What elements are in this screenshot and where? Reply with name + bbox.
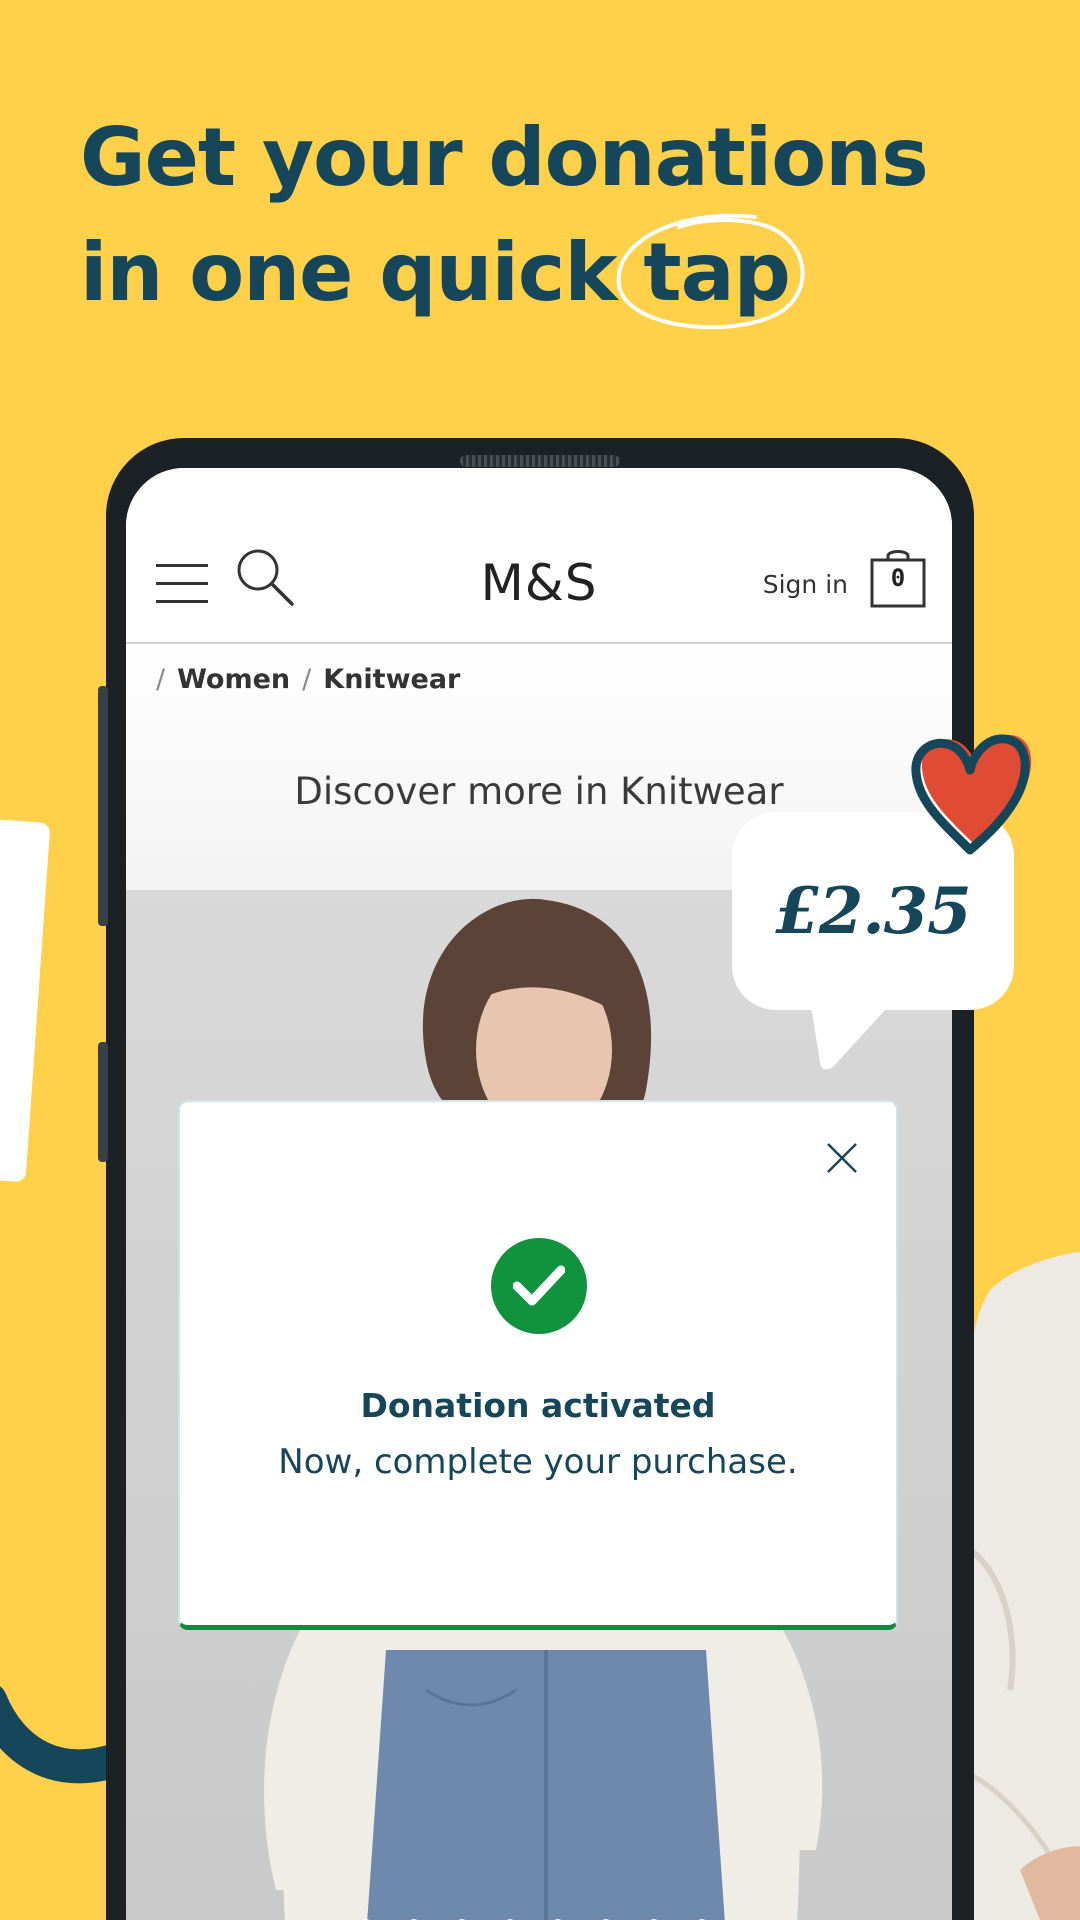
breadcrumb-women[interactable]: Women [177, 664, 290, 695]
bag-count: 0 [890, 564, 906, 592]
app-header: M&S Sign in 0 [126, 468, 952, 644]
headline: Get your donations in one quick tap [80, 100, 929, 330]
donation-amount: £2.35 [775, 874, 971, 949]
breadcrumb-knitwear[interactable]: Knitwear [323, 664, 460, 695]
checkmark-icon [513, 1265, 565, 1306]
scribble-circle-icon [617, 213, 805, 330]
headline-highlight: tap [617, 213, 805, 330]
headline-line-2-prefix: in one quick [80, 226, 644, 319]
heart-icon [911, 734, 1032, 855]
phone-speaker [460, 455, 620, 467]
close-icon[interactable] [824, 1140, 860, 1176]
phone-side-button [98, 1042, 108, 1162]
breadcrumb: / Women / Knitwear [156, 664, 461, 695]
sign-in-link[interactable]: Sign in [763, 570, 848, 599]
carousel-dots[interactable] [360, 1916, 744, 1920]
discover-heading[interactable]: Discover more in Knitwear [126, 770, 952, 813]
headline-line-1: Get your donations [80, 111, 929, 204]
decorative-card [0, 817, 51, 1183]
phone-side-button [98, 686, 108, 926]
modal-subtitle: Now, complete your purchase. [278, 1442, 798, 1482]
headline-line-2: in one quick tap [80, 213, 928, 330]
success-badge [491, 1238, 587, 1334]
bubble-tail [810, 1000, 894, 1070]
modal-title: Donation activated [360, 1386, 716, 1425]
donation-modal: Donation activated Now, complete your pu… [178, 1100, 898, 1630]
